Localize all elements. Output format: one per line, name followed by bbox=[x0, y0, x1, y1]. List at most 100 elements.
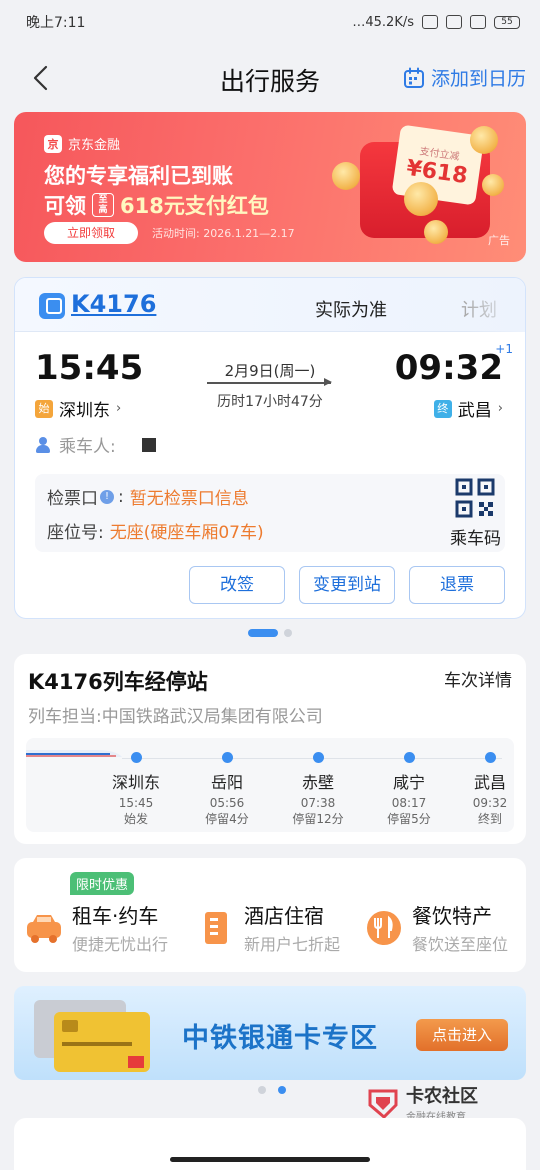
stop-dot bbox=[403, 752, 415, 763]
coin-icon bbox=[332, 162, 360, 190]
pager-dot-active[interactable] bbox=[248, 629, 278, 637]
qr-code-icon[interactable] bbox=[455, 478, 495, 518]
train-icon bbox=[39, 293, 65, 319]
stop-dot bbox=[130, 752, 142, 763]
depart-station-name: 深圳东 bbox=[59, 401, 110, 421]
stop-note: 始发 bbox=[123, 812, 148, 826]
refund-button[interactable]: 退票 bbox=[409, 566, 505, 604]
services-card: 限时优惠 租车·约车 便捷无忧出行 酒店住宿 新用户七折起 餐饮特产 餐饮送至座… bbox=[14, 858, 526, 972]
kanong-logo-icon bbox=[368, 1089, 398, 1119]
ad-claim-button[interactable]: 立即领取 bbox=[44, 222, 138, 244]
service-subtitle: 便捷无忧出行 bbox=[72, 935, 169, 954]
service-subtitle: 餐饮送至座位 bbox=[412, 935, 509, 954]
watermark-title: 卡农社区 bbox=[406, 1086, 478, 1107]
coin-icon bbox=[424, 220, 448, 244]
chevron-right-icon: › bbox=[497, 401, 503, 416]
stop-dot bbox=[312, 752, 324, 763]
food-icon bbox=[367, 910, 401, 945]
hotel-icon bbox=[205, 911, 227, 944]
seat-label: 座位号: bbox=[47, 523, 104, 543]
coin-icon bbox=[482, 174, 504, 196]
stop-item[interactable]: 深圳东 15:45 始发 bbox=[96, 752, 176, 827]
stops-title: K4176列车经停站 bbox=[28, 670, 208, 694]
stop-note: 停留12分 bbox=[292, 812, 344, 826]
pager-dot[interactable] bbox=[284, 629, 292, 637]
nav-bar: 出行服务 添加到日历 bbox=[0, 52, 540, 104]
bank-banner-enter-button[interactable]: 点击进入 bbox=[416, 1019, 508, 1051]
ticket-info-box: 检票口 ! : 暂无检票口信息 座位号: 无座(硬座车厢07车) bbox=[35, 474, 505, 552]
pager-dot[interactable] bbox=[258, 1086, 266, 1094]
ad-subheadline: 可领 至高 618元支付红包 bbox=[44, 190, 269, 220]
train-detail-link[interactable]: 车次详情 bbox=[444, 666, 512, 691]
info-icon[interactable]: ! bbox=[100, 489, 114, 504]
ticket-pager bbox=[248, 629, 292, 637]
stop-dot bbox=[221, 752, 233, 763]
add-to-calendar-button[interactable]: 添加到日历 bbox=[403, 64, 526, 91]
travel-date: 2月9日(周一) bbox=[224, 362, 316, 380]
arrive-station[interactable]: 终 武昌 › bbox=[433, 396, 503, 421]
stop-note: 停留4分 bbox=[205, 812, 249, 826]
start-badge: 始 bbox=[35, 399, 53, 418]
stop-note: 终到 bbox=[477, 812, 502, 826]
watermark: 卡农社区 金融在线教育 bbox=[366, 1082, 478, 1123]
end-badge: 终 bbox=[433, 399, 452, 418]
qr-code-label[interactable]: 乘车码 bbox=[450, 524, 501, 549]
service-food[interactable]: 餐饮特产 餐饮送至座位 bbox=[364, 900, 508, 955]
home-indicator[interactable] bbox=[170, 1157, 370, 1162]
train-number-link[interactable]: K4176 bbox=[71, 290, 156, 318]
status-bar: 晚上7:11 …45.2K/s 55 bbox=[0, 0, 540, 44]
seat-value: 无座(硬座车厢07车) bbox=[109, 523, 264, 543]
change-ticket-button[interactable]: 改签 bbox=[189, 566, 285, 604]
passenger-row: 乘车人: bbox=[35, 432, 156, 457]
pager-dot-active[interactable] bbox=[278, 1086, 286, 1094]
gate-value: 暂无检票口信息 bbox=[129, 489, 249, 509]
service-hotel[interactable]: 酒店住宿 新用户七折起 bbox=[196, 900, 340, 955]
ad-line2-small: 至高 bbox=[92, 193, 114, 217]
stop-note: 停留5分 bbox=[387, 812, 431, 826]
header-fade bbox=[465, 278, 525, 332]
banner-pager bbox=[258, 1086, 286, 1094]
stop-dot bbox=[484, 752, 496, 763]
wifi-icon bbox=[446, 15, 462, 29]
back-icon[interactable] bbox=[30, 64, 52, 92]
stop-time: 08:17 bbox=[391, 796, 427, 810]
ad-headline: 您的专享福利已到账 bbox=[44, 164, 233, 188]
gate-row: 检票口 ! : 暂无检票口信息 bbox=[47, 484, 249, 510]
car-icon bbox=[27, 914, 61, 943]
gate-label: 检票口 bbox=[47, 489, 98, 509]
stop-item[interactable]: 武昌 09:32 终到 bbox=[450, 752, 514, 827]
ad-banner[interactable]: 京 京东金融 您的专享福利已到账 可领 至高 618元支付红包 立即领取 活动时… bbox=[14, 112, 526, 262]
bank-card-banner[interactable]: 中铁银通卡专区 点击进入 bbox=[14, 986, 526, 1080]
promo-badge: 限时优惠 bbox=[70, 872, 135, 895]
stop-name: 咸宁 bbox=[392, 773, 425, 792]
alarm-icon bbox=[422, 15, 438, 29]
depart-station[interactable]: 始 深圳东 › bbox=[35, 396, 121, 421]
stop-item[interactable]: 咸宁 08:17 停留5分 bbox=[369, 752, 449, 827]
stop-item[interactable]: 岳阳 05:56 停留4分 bbox=[187, 752, 267, 827]
bank-card-icon bbox=[34, 1000, 150, 1072]
service-title: 酒店住宿 bbox=[244, 904, 324, 928]
route-box: 深圳东 15:45 始发 岳阳 05:56 停留4分 赤壁 07:38 停留12… bbox=[26, 738, 514, 832]
bottom-card-partial bbox=[14, 1118, 526, 1170]
ad-line2-prefix: 可领 bbox=[44, 194, 86, 218]
change-station-button[interactable]: 变更到站 bbox=[299, 566, 395, 604]
ad-tag: 广告 bbox=[488, 234, 510, 247]
stop-item[interactable]: 赤壁 07:38 停留12分 bbox=[278, 752, 358, 827]
seat-row: 座位号: 无座(硬座车厢07车) bbox=[47, 518, 264, 543]
jd-finance-logo-icon: 京 bbox=[44, 134, 62, 153]
status-time: 晚上7:11 bbox=[26, 15, 86, 31]
arrive-station-name: 武昌 bbox=[457, 401, 492, 421]
add-to-calendar-label: 添加到日历 bbox=[430, 68, 526, 90]
service-title: 餐饮特产 bbox=[412, 904, 492, 928]
stop-name: 赤壁 bbox=[301, 773, 334, 792]
stop-time: 07:38 bbox=[300, 796, 336, 810]
coin-icon bbox=[404, 182, 438, 216]
user-icon bbox=[35, 436, 53, 453]
stop-time: 15:45 bbox=[118, 796, 154, 810]
stops-card: K4176列车经停站 车次详情 列车担当:中国铁路武汉局集团有限公司 深圳东 1… bbox=[14, 654, 526, 844]
service-car-rental[interactable]: 租车·约车 便捷无忧出行 bbox=[24, 900, 168, 955]
bank-banner-title: 中铁银通卡专区 bbox=[182, 1023, 378, 1054]
tab-actual[interactable]: 实际为准 bbox=[315, 296, 387, 322]
passenger-label: 乘车人: bbox=[59, 437, 116, 457]
stop-time: 09:32 bbox=[472, 796, 508, 810]
